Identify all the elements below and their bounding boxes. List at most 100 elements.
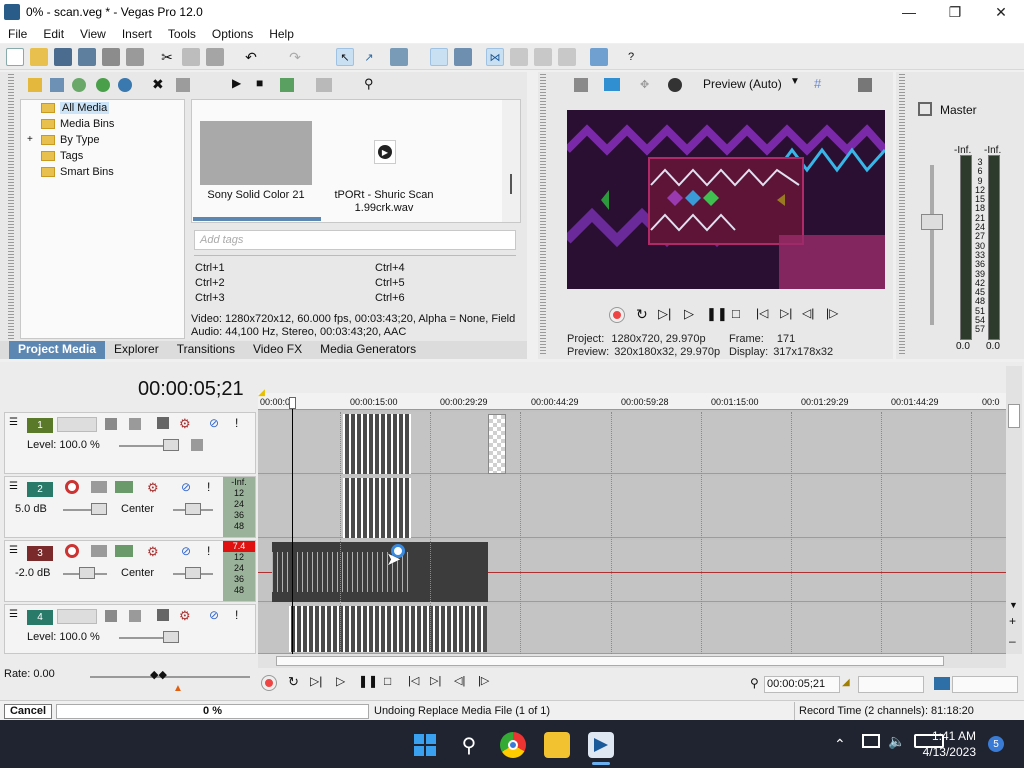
- video-event-transparent[interactable]: [488, 414, 506, 474]
- timeline-horizontal-scrollbar[interactable]: [258, 654, 1006, 668]
- pan-slider[interactable]: [185, 503, 201, 515]
- undo-icon[interactable]: ↶: [242, 48, 260, 66]
- tree-item-by-type[interactable]: + By Type: [27, 132, 100, 147]
- track-invert-icon[interactable]: [91, 545, 107, 557]
- record-icon[interactable]: [262, 676, 276, 690]
- previous-frame-icon[interactable]: ◁|: [802, 306, 814, 320]
- properties-icon[interactable]: [126, 48, 144, 66]
- network-icon[interactable]: [862, 734, 880, 748]
- minimize-track-icon[interactable]: ☰: [9, 417, 18, 428]
- open-icon[interactable]: [30, 48, 48, 66]
- menu-options[interactable]: Options: [204, 27, 261, 41]
- tab-media-generators[interactable]: Media Generators: [311, 341, 425, 359]
- solo-icon[interactable]: !: [207, 544, 210, 558]
- tree-item-all-media[interactable]: All Media: [41, 100, 110, 115]
- play-icon[interactable]: ▷: [684, 306, 694, 322]
- gear-icon[interactable]: ⚙: [179, 608, 191, 624]
- solo-icon[interactable]: !: [207, 480, 210, 494]
- pan-slider[interactable]: [185, 567, 201, 579]
- overlays-icon[interactable]: #: [814, 76, 821, 91]
- play-icon[interactable]: ▷: [336, 674, 345, 688]
- expand-icon[interactable]: +: [27, 134, 33, 145]
- arm-record-icon[interactable]: [65, 544, 79, 558]
- play-from-start-icon[interactable]: ▷|: [658, 306, 671, 322]
- normal-edit-tool-icon[interactable]: ↖: [336, 48, 354, 66]
- copy-snapshot-icon[interactable]: [858, 78, 872, 92]
- arm-record-icon[interactable]: [65, 480, 79, 494]
- envelope-tool-icon[interactable]: ↗: [360, 48, 378, 66]
- crop-icon[interactable]: [558, 48, 576, 66]
- tab-video-fx[interactable]: Video FX: [244, 341, 311, 359]
- mute-icon[interactable]: ⊘: [209, 608, 219, 622]
- snapping-icon[interactable]: [390, 48, 408, 66]
- master-fader[interactable]: [921, 214, 943, 230]
- chevron-up-icon[interactable]: ⌃: [834, 736, 846, 753]
- cut-marker-icon[interactable]: [510, 48, 528, 66]
- tab-project-media[interactable]: Project Media: [9, 341, 106, 359]
- media-scrollbar[interactable]: [502, 100, 520, 222]
- tree-item-smart-bins[interactable]: Smart Bins: [41, 164, 114, 179]
- tab-transitions[interactable]: Transitions: [168, 341, 244, 359]
- previous-frame-icon[interactable]: ◁|: [454, 674, 465, 687]
- media-thumbnail-solid-color[interactable]: [200, 121, 312, 185]
- crossfade-icon[interactable]: [534, 48, 552, 66]
- pause-icon[interactable]: ❚❚: [706, 306, 728, 322]
- minimize-button[interactable]: —: [886, 0, 932, 24]
- cut-icon[interactable]: ✂: [158, 48, 176, 66]
- go-to-start-icon[interactable]: |◁: [408, 674, 419, 687]
- auto-preview-icon[interactable]: [280, 78, 294, 92]
- track-fx-icon[interactable]: [157, 609, 169, 621]
- preview-quality-select[interactable]: Preview (Auto): [703, 77, 782, 91]
- track-invert-icon[interactable]: [91, 481, 107, 493]
- stop-icon[interactable]: □: [384, 674, 391, 688]
- master-fx-icon[interactable]: [918, 102, 932, 116]
- pause-icon[interactable]: ❚❚: [358, 674, 378, 688]
- volume-slider[interactable]: [79, 567, 95, 579]
- save-icon[interactable]: [54, 48, 72, 66]
- timeline-vertical-scrollbar[interactable]: ▼ + –: [1006, 366, 1022, 654]
- mute-icon[interactable]: ⊘: [209, 416, 219, 430]
- menu-view[interactable]: View: [72, 27, 114, 41]
- track-motion-icon[interactable]: [105, 418, 117, 430]
- delete-icon[interactable]: ✖: [152, 76, 164, 93]
- track-name-field[interactable]: [57, 609, 97, 624]
- preview-quality-icon[interactable]: [668, 78, 682, 92]
- track-composite-icon[interactable]: [129, 610, 141, 622]
- audio-event-selected[interactable]: [272, 542, 488, 602]
- track-fx-icon[interactable]: [115, 545, 133, 557]
- track-name-field[interactable]: [57, 417, 97, 432]
- properties-icon[interactable]: [176, 78, 190, 92]
- auto-ripple-icon[interactable]: [430, 48, 448, 66]
- rate-slider[interactable]: ◆◆: [150, 668, 167, 681]
- loop-icon[interactable]: ↻: [636, 306, 648, 323]
- stop-icon[interactable]: ■: [256, 76, 263, 90]
- views-icon[interactable]: [316, 78, 332, 92]
- selection-start-field[interactable]: [858, 676, 924, 693]
- level-slider[interactable]: [163, 631, 179, 643]
- minimize-track-icon[interactable]: ☰: [9, 481, 18, 492]
- whats-this-help-icon[interactable]: ?: [622, 48, 640, 66]
- maximize-button[interactable]: ❐: [932, 0, 978, 24]
- capture-icon[interactable]: [50, 78, 64, 92]
- external-monitor-icon[interactable]: [604, 78, 620, 91]
- clip-peak-indicator[interactable]: 7.4: [223, 541, 255, 552]
- menu-insert[interactable]: Insert: [114, 27, 160, 41]
- tree-item-tags[interactable]: Tags: [41, 148, 83, 163]
- vegas-taskbar-icon[interactable]: [588, 732, 614, 758]
- timeline-ruler[interactable]: 00:00:00 00:00:15:00 00:00:29:29 00:00:44:2…: [258, 393, 1006, 410]
- menu-edit[interactable]: Edit: [35, 27, 72, 41]
- file-explorer-icon[interactable]: [544, 732, 570, 758]
- clock-time[interactable]: 1:41 AM: [920, 729, 976, 743]
- play-from-start-icon[interactable]: ▷|: [310, 674, 322, 688]
- get-media-web-icon[interactable]: [72, 78, 86, 92]
- paste-icon[interactable]: [206, 48, 224, 66]
- level-slider[interactable]: [163, 439, 179, 451]
- chrome-icon[interactable]: [500, 732, 526, 758]
- save-as-icon[interactable]: [78, 48, 96, 66]
- volume-slider[interactable]: [91, 503, 107, 515]
- track-fx-icon[interactable]: [157, 417, 169, 429]
- import-media-icon[interactable]: [28, 78, 42, 92]
- video-output-fx-icon[interactable]: [574, 78, 588, 92]
- search-icon[interactable]: ⚲: [364, 76, 374, 92]
- video-event[interactable]: [343, 414, 411, 474]
